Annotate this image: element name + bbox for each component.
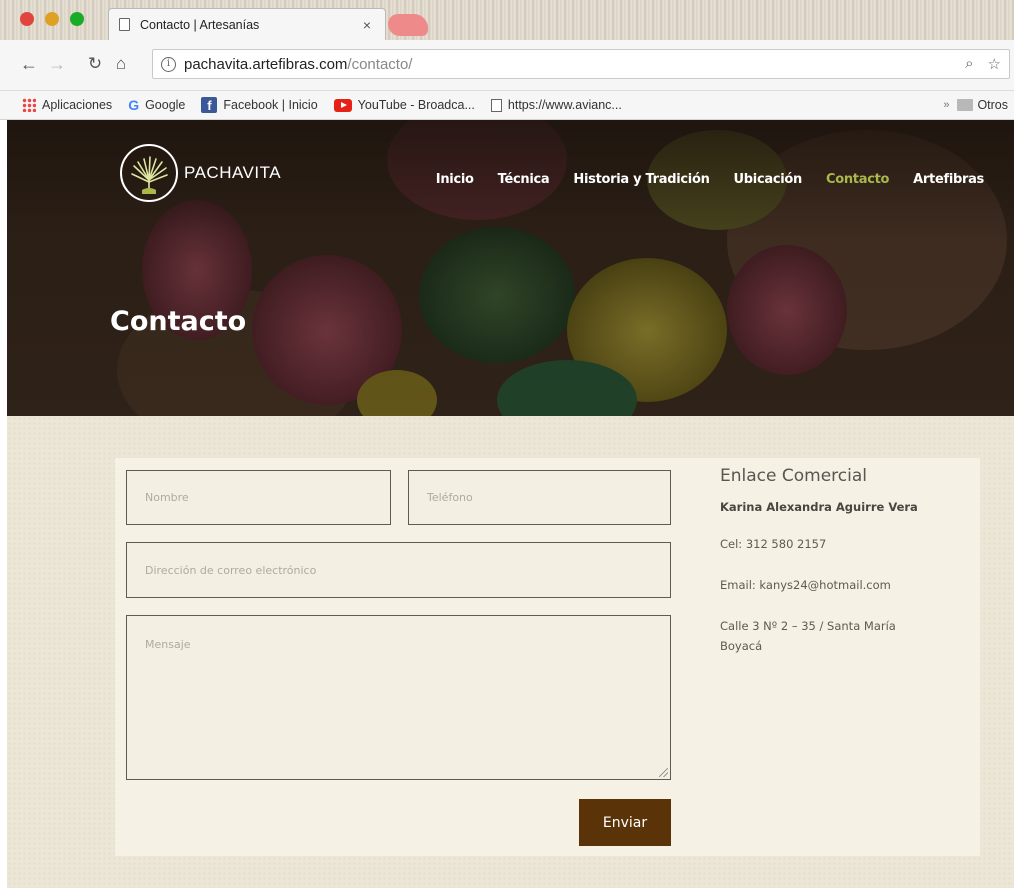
reload-icon[interactable]: ↻ [84, 54, 106, 74]
brand-name: PACHAVITA [184, 163, 282, 182]
nav-item-contacto[interactable]: Contacto [826, 172, 889, 187]
bookmark-apps[interactable]: Aplicaciones [22, 98, 112, 112]
submit-button[interactable]: Enviar [579, 799, 671, 846]
nav-item-artefibras[interactable]: Artefibras [913, 172, 984, 187]
message-placeholder: Mensaje [145, 638, 191, 651]
address-line-2: Boyacá [720, 639, 763, 653]
bookmark-facebook[interactable]: f Facebook | Inicio [201, 97, 318, 113]
bookmark-label: Google [145, 98, 186, 112]
minimize-window-button[interactable] [45, 12, 59, 26]
facebook-icon: f [201, 97, 218, 113]
other-bookmarks-label: Otros [977, 98, 1008, 112]
email-field[interactable]: Dirección de correo electrónico [126, 542, 671, 598]
star-bookmark-icon[interactable]: ☆ [988, 55, 1001, 73]
bookmark-label: YouTube - Broadca... [357, 98, 475, 112]
browser-tab-strip: Contacto | Artesanías × [0, 0, 1014, 40]
zoom-icon[interactable]: ⌕ [965, 55, 973, 73]
content-area: Nombre Teléfono Dirección de correo elec… [7, 416, 1014, 888]
back-arrow-icon[interactable]: ← [18, 54, 40, 75]
info-icon[interactable]: i [161, 56, 176, 72]
page-icon [119, 18, 130, 31]
folder-icon [957, 99, 974, 111]
more-bookmarks-icon[interactable]: » [943, 99, 949, 111]
bookmark-avianca[interactable]: https://www.avianc... [490, 98, 622, 112]
bookmark-label: Aplicaciones [42, 98, 113, 112]
url-host: pachavita.artefibras.com [184, 55, 348, 73]
apps-icon [22, 98, 36, 112]
other-bookmarks[interactable]: » Otros [943, 98, 1008, 112]
address-line-1: Calle 3 Nº 2 – 35 / Santa María [720, 619, 896, 633]
google-icon: G [128, 97, 140, 113]
contact-info: Enlace Comercial Karina Alexandra Aguirr… [720, 466, 970, 677]
close-window-button[interactable] [20, 12, 34, 26]
contact-info-title: Enlace Comercial [720, 466, 867, 486]
nav-item-tecnica[interactable]: Técnica [498, 172, 550, 187]
home-icon[interactable]: ⌂ [110, 54, 132, 74]
browser-toolbar: ← → ↻ ⌂ i pachavita.artefibras.com /cont… [0, 40, 1014, 91]
contact-panel: Nombre Teléfono Dirección de correo elec… [115, 458, 980, 856]
tab-title: Contacto | Artesanías [140, 17, 260, 32]
browser-tab[interactable]: Contacto | Artesanías × [108, 8, 386, 40]
maximize-window-button[interactable] [70, 12, 84, 26]
nav-item-inicio[interactable]: Inicio [436, 172, 474, 187]
resize-handle-icon[interactable] [659, 768, 668, 777]
bookmark-label: https://www.avianc... [507, 98, 622, 112]
contact-phone: Cel: 312 580 2157 [720, 537, 827, 551]
contact-email: Email: kanys24@hotmail.com [720, 578, 891, 592]
phone-field[interactable]: Teléfono [408, 470, 671, 525]
page-icon [490, 98, 502, 112]
forward-arrow-icon[interactable]: → [46, 54, 68, 75]
url-path: /contacto/ [347, 55, 413, 73]
message-field[interactable]: Mensaje [126, 615, 671, 780]
logo-plant-icon [120, 144, 178, 202]
bookmark-google[interactable]: G Google [128, 97, 185, 113]
contact-name: Karina Alexandra Aguirre Vera [720, 500, 918, 514]
new-tab-button[interactable] [388, 14, 428, 36]
page-title: Contacto [110, 306, 247, 337]
bookmark-label: Facebook | Inicio [223, 98, 318, 112]
address-bar[interactable]: i pachavita.artefibras.com /contacto/ ⌕ … [152, 49, 1010, 79]
nav-item-ubicacion[interactable]: Ubicación [734, 172, 803, 187]
hero-header: PACHAVITA Inicio Técnica Historia y Trad… [7, 120, 1014, 416]
site-logo[interactable]: PACHAVITA [120, 144, 281, 202]
nav-item-historia[interactable]: Historia y Tradición [573, 172, 709, 187]
close-tab-icon[interactable]: × [359, 17, 375, 33]
bookmark-youtube[interactable]: YouTube - Broadca... [333, 98, 475, 112]
youtube-icon [333, 98, 352, 112]
contact-address: Calle 3 Nº 2 – 35 / Santa María Boyacá [720, 616, 970, 656]
bookmarks-bar: Aplicaciones G Google f Facebook | Inici… [0, 91, 1014, 120]
main-navigation: Inicio Técnica Historia y Tradición Ubic… [412, 172, 985, 187]
name-field[interactable]: Nombre [126, 470, 391, 525]
